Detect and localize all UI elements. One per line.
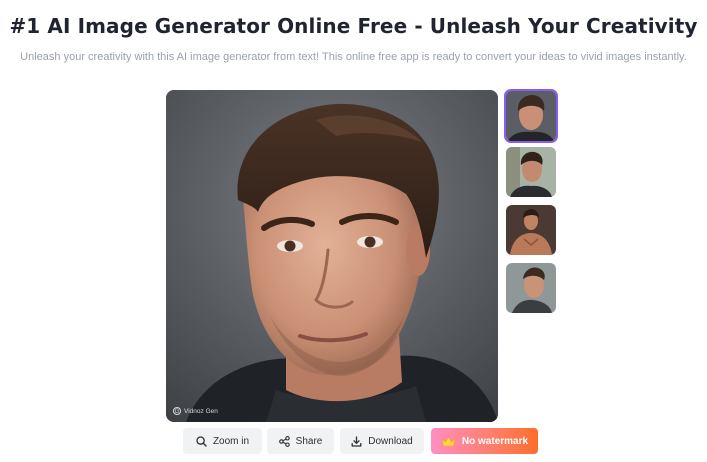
watermark: G Vidnoz Gen: [173, 407, 218, 415]
thumbnail-2-image: [506, 147, 556, 197]
image-actions: Zoom in Share Download No watermark: [0, 428, 707, 454]
download-label: Download: [368, 435, 413, 447]
page-title: #1 AI Image Generator Online Free - Unle…: [9, 14, 698, 38]
thumbnail-4[interactable]: [506, 263, 556, 313]
thumbnail-3[interactable]: [506, 205, 556, 255]
thumbnail-4-image: [506, 263, 556, 313]
no-watermark-button[interactable]: No watermark: [431, 428, 538, 454]
thumbnail-3-image: [506, 205, 556, 255]
no-watermark-label: No watermark: [461, 435, 529, 447]
generated-image-preview: G Vidnoz Gen: [166, 90, 498, 422]
thumbnail-1-image: [506, 91, 556, 141]
share-button[interactable]: Share: [267, 428, 334, 454]
share-label: Share: [295, 435, 323, 447]
magnifier-icon: [196, 435, 207, 447]
zoom-in-button[interactable]: Zoom in: [183, 428, 262, 454]
portrait-image: [166, 90, 498, 422]
share-icon: [278, 435, 290, 447]
page-subtitle: Unleash your creativity with this AI ima…: [20, 51, 687, 63]
zoom-in-label: Zoom in: [212, 435, 250, 447]
crown-icon: [441, 435, 456, 446]
watermark-logo-icon: G: [173, 407, 181, 415]
download-icon: [351, 435, 362, 447]
download-button[interactable]: Download: [340, 428, 424, 454]
thumbnail-2[interactable]: [506, 147, 556, 197]
thumbnail-1[interactable]: [504, 89, 558, 143]
watermark-text: Vidnoz Gen: [184, 407, 218, 415]
